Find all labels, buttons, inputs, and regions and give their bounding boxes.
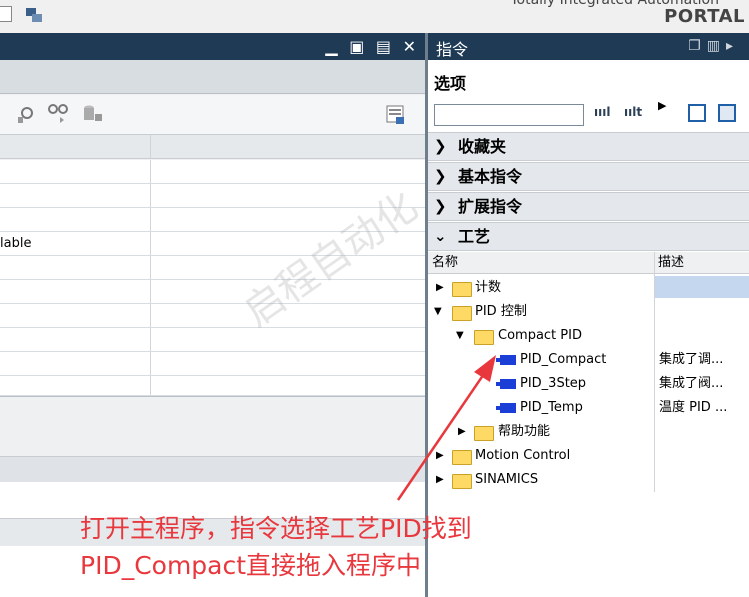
- row-text: lable: [0, 236, 32, 251]
- tree-item-pid-control[interactable]: ▼ PID 控制: [428, 300, 749, 324]
- editor-title-bar: ▁ ▣ ▤ ✕: [0, 33, 425, 60]
- table-row[interactable]: [0, 280, 425, 304]
- section-basic-instructions[interactable]: ❯ 基本指令: [428, 162, 749, 191]
- tree-header: 名称 描述: [428, 252, 749, 274]
- table-row[interactable]: [0, 160, 425, 184]
- tree-item-counting[interactable]: ▶ 计数: [428, 276, 749, 300]
- table-row[interactable]: [0, 304, 425, 328]
- chevron-right-icon: ❯: [434, 137, 447, 155]
- tree-item-pid-compact[interactable]: PID_Compact 集成了调...: [428, 348, 749, 372]
- tree-item-help-functions[interactable]: ▶ 帮助功能: [428, 420, 749, 444]
- editor-toolbar: [0, 95, 425, 135]
- tree-item-compact-pid[interactable]: ▼ Compact PID: [428, 324, 749, 348]
- tree-item-pid-temp[interactable]: PID_Temp 温度 PID ...: [428, 396, 749, 420]
- annotation-line-2: PID_Compact直接拖入程序中: [80, 551, 422, 580]
- view-list-icon[interactable]: [718, 104, 736, 122]
- database-icon[interactable]: [82, 104, 104, 124]
- panel-window-buttons[interactable]: ❐▥▸: [688, 38, 739, 54]
- section-favorites[interactable]: ❯ 收藏夹: [428, 132, 749, 161]
- editor-tab-bar: [0, 60, 425, 94]
- column-name[interactable]: 名称: [432, 252, 458, 274]
- expand-arrow-icon[interactable]: ▶: [436, 444, 444, 468]
- section-extended-instructions[interactable]: ❯ 扩展指令: [428, 192, 749, 221]
- folder-open-icon: [474, 330, 494, 345]
- options-arrow-icon[interactable]: ▶: [658, 99, 666, 112]
- variable-table-header: [0, 135, 425, 159]
- tree-item-pid-3step[interactable]: PID_3Step 集成了阀...: [428, 372, 749, 396]
- instructions-title-bar: 指令 ❐▥▸: [428, 33, 749, 60]
- network-header: [0, 456, 425, 482]
- options-label: 选项: [434, 74, 467, 93]
- expand-arrow-icon[interactable]: ▶: [458, 420, 466, 444]
- annotation-line-1: 打开主程序，指令选择工艺PID找到: [80, 514, 472, 543]
- expand-arrow-icon[interactable]: ▶: [436, 468, 444, 492]
- network-view-icon[interactable]: [25, 6, 43, 24]
- function-block-icon: [496, 403, 516, 413]
- settings-panel-icon[interactable]: [386, 105, 406, 125]
- pin-icon[interactable]: ▥: [707, 38, 726, 54]
- folder-icon: [452, 282, 472, 297]
- collapse-icon[interactable]: ▸: [726, 38, 739, 54]
- float-icon[interactable]: ❐: [688, 38, 707, 54]
- glasses-icon[interactable]: [46, 103, 70, 123]
- view-mode-icon[interactable]: [688, 104, 706, 122]
- expand-arrow-icon[interactable]: ▶: [436, 276, 444, 300]
- table-row[interactable]: [0, 376, 425, 396]
- folder-open-icon: [452, 306, 472, 321]
- search-down-button[interactable]: ıııl: [594, 105, 610, 119]
- table-row[interactable]: [0, 328, 425, 352]
- folder-icon: [452, 450, 472, 465]
- chevron-right-icon: ❯: [434, 167, 447, 185]
- monitor-icon[interactable]: [16, 105, 36, 125]
- function-block-icon: [496, 379, 516, 389]
- search-up-button[interactable]: ıılt: [624, 105, 642, 119]
- instruction-search-input[interactable]: [434, 104, 584, 126]
- brand-portal: PORTAL: [664, 6, 745, 27]
- panel-title: 指令: [436, 40, 469, 59]
- collapse-arrow-icon[interactable]: ▼: [434, 300, 442, 324]
- folder-icon: [474, 426, 494, 441]
- folder-icon: [452, 474, 472, 489]
- toolbar-checkbox[interactable]: [0, 6, 12, 22]
- chevron-down-icon: ⌄: [434, 227, 447, 245]
- tree-item-sinamics[interactable]: ▶ SINAMICS: [428, 468, 749, 492]
- table-row[interactable]: [0, 352, 425, 376]
- chevron-right-icon: ❯: [434, 197, 447, 215]
- column-description[interactable]: 描述: [658, 252, 684, 274]
- window-buttons[interactable]: ▁ ▣ ▤ ✕: [325, 37, 419, 56]
- function-block-icon: [496, 355, 516, 365]
- block-title-area: [0, 396, 425, 456]
- top-bar: Totally Integrated Automation PORTAL: [0, 0, 749, 32]
- collapse-arrow-icon[interactable]: ▼: [456, 324, 464, 348]
- section-technology[interactable]: ⌄ 工艺: [428, 222, 749, 251]
- tree-item-motion-control[interactable]: ▶ Motion Control: [428, 444, 749, 468]
